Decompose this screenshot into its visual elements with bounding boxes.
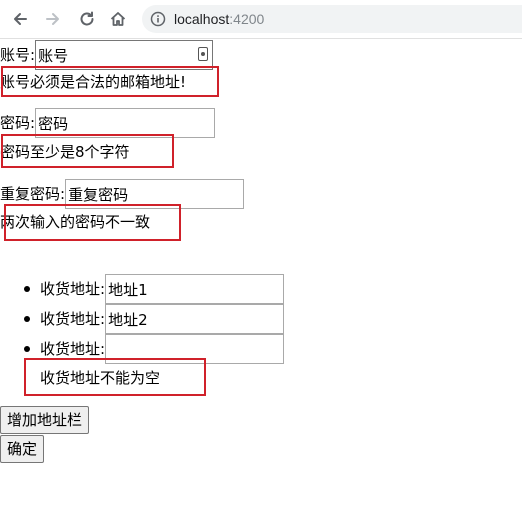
submit-button[interactable]: 确定 — [0, 435, 45, 463]
confirm-password-error-highlight — [4, 204, 181, 241]
info-icon[interactable] — [150, 11, 166, 27]
reload-button[interactable] — [75, 7, 99, 31]
address-input-1[interactable]: 地址1 — [105, 274, 285, 304]
address-input-value: 地址2 — [108, 310, 148, 329]
password-manager-key-icon[interactable] — [198, 47, 209, 61]
address-bar[interactable]: localhost:4200 — [142, 5, 522, 33]
url-text: localhost:4200 — [174, 10, 264, 28]
url-host: localhost — [174, 11, 230, 27]
password-input-value: 密码 — [38, 114, 69, 133]
confirm-password-label: 重复密码: — [0, 185, 66, 203]
back-button[interactable] — [8, 7, 32, 31]
address-label: 收货地址: — [40, 340, 106, 358]
reload-icon — [80, 11, 94, 26]
password-label: 密码: — [0, 114, 36, 132]
url-port: :4200 — [229, 11, 265, 27]
list-bullet — [24, 286, 30, 292]
add-address-button[interactable]: 增加地址栏 — [0, 406, 90, 434]
account-label: 账号: — [0, 46, 36, 64]
address-row-2: 收货地址: 地址2 — [40, 304, 285, 334]
account-error-highlight — [1, 66, 219, 97]
address-label: 收货地址: — [40, 280, 106, 298]
forward-button[interactable] — [41, 7, 65, 31]
address-input-value: 地址1 — [108, 280, 148, 299]
home-button[interactable] — [106, 7, 130, 31]
address-error-highlight — [24, 358, 206, 396]
home-icon — [110, 12, 126, 26]
browser-toolbar: localhost:4200 — [0, 0, 522, 39]
back-arrow-icon — [14, 13, 27, 25]
account-input-value: 账号 — [38, 46, 69, 65]
address-row-1: 收货地址: 地址1 — [40, 274, 285, 304]
address-label: 收货地址: — [40, 310, 106, 328]
forward-arrow-icon — [46, 13, 59, 25]
password-error-highlight — [1, 134, 174, 168]
list-bullet — [24, 316, 30, 322]
list-bullet — [24, 346, 30, 352]
form-page: 账号: 账号 账号必须是合法的邮箱地址! 密码: 密码 密码至少是8个字符 重复… — [0, 38, 522, 513]
confirm-password-input-value: 重复密码 — [68, 185, 129, 204]
address-input-2[interactable]: 地址2 — [105, 304, 285, 334]
